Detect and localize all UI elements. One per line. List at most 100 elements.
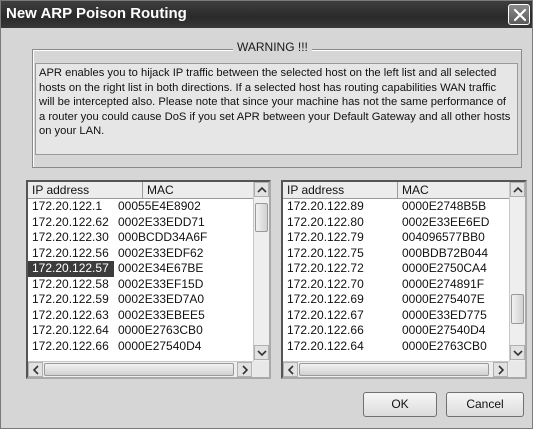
ip-address-cell: 172.20.122.70	[287, 276, 364, 291]
left-host-list[interactable]: IP address MAC 172.20.122.1 00055E4E8902 1…	[26, 180, 271, 379]
list-item[interactable]: 172.20.122.56 0002E33EDF62	[28, 246, 252, 262]
list-header: IP address MAC	[28, 182, 255, 199]
scroll-right-button[interactable]	[493, 362, 508, 377]
list-item[interactable]: 172.20.122.58 0002E33EF15D	[28, 277, 252, 293]
scroll-corner	[509, 361, 525, 377]
list-item[interactable]: 172.20.122.72 0000E2750CA4	[283, 261, 510, 277]
horizontal-scrollbar[interactable]	[283, 361, 509, 377]
ip-address-cell: 172.20.122.66	[32, 338, 109, 353]
list-item[interactable]: 172.20.122.70 0000E274891F	[283, 277, 510, 293]
scroll-corner	[253, 361, 269, 377]
ip-address-cell: 172.20.122.62	[32, 214, 109, 229]
ip-address-cell: 172.20.122.64	[287, 338, 364, 353]
column-header-mac[interactable]: MAC	[398, 182, 511, 199]
scroll-thumb[interactable]	[511, 294, 524, 324]
list-header: IP address MAC	[283, 182, 511, 199]
chevron-right-icon	[242, 365, 249, 375]
ip-address-cell: 172.20.122.75	[287, 245, 364, 260]
close-button[interactable]	[508, 4, 530, 25]
mac-address-cell: 0002E33ED7A0	[118, 292, 205, 306]
ip-address-cell: 172.20.122.67	[287, 307, 364, 322]
mac-address-cell: 00055E4E8902	[118, 199, 201, 213]
chevron-up-icon	[513, 186, 523, 193]
ip-address-cell: 172.20.122.30	[32, 230, 109, 244]
cancel-button[interactable]: Cancel	[446, 392, 524, 417]
mac-address-cell: 0000E274891F	[402, 276, 485, 291]
horizontal-scroll-thumb[interactable]	[44, 363, 234, 376]
list-item[interactable]: 172.20.122.69 0000E275407E	[283, 292, 510, 308]
mac-address-cell: 0002E33EE6ED	[402, 214, 490, 229]
ip-address-cell: 172.20.122.1	[32, 199, 103, 213]
vertical-scrollbar[interactable]	[509, 182, 525, 361]
ip-address-cell: 172.20.122.66	[287, 323, 364, 337]
mac-address-cell: 004096577BB0	[402, 230, 485, 244]
scroll-thumb[interactable]	[255, 203, 268, 232]
window-title: New ARP Poison Routing	[6, 5, 187, 22]
list-item[interactable]: 172.20.122.1 00055E4E8902	[28, 199, 252, 215]
mac-address-cell: 0002E34E67BE	[118, 261, 204, 275]
scroll-left-button[interactable]	[28, 362, 43, 377]
mac-address-cell: 0000E2748B5B	[402, 199, 487, 213]
list-item[interactable]: 172.20.122.67 0000E33ED775	[283, 308, 510, 324]
mac-address-cell: 0000E275407E	[402, 292, 485, 306]
mac-address-cell: 0002E33EDF62	[118, 245, 204, 260]
list-item[interactable]: 172.20.122.64 0000E2763CB0	[28, 323, 252, 339]
scroll-down-button[interactable]	[254, 345, 269, 360]
mac-address-cell: 0000E27540D4	[402, 323, 486, 337]
horizontal-scroll-thumb[interactable]	[299, 363, 489, 376]
ip-address-cell: 172.20.122.80	[287, 214, 364, 229]
list-item[interactable]: 172.20.122.79 004096577BB0	[283, 230, 510, 246]
ip-address-cell: 172.20.122.89	[287, 199, 364, 213]
ip-address-cell: 172.20.122.57	[28, 261, 114, 277]
close-icon	[513, 8, 527, 22]
mac-address-cell: 0000E2763CB0	[118, 323, 203, 337]
ip-address-cell: 172.20.122.63	[32, 307, 109, 322]
scroll-up-button[interactable]	[254, 182, 269, 197]
list-item[interactable]: 172.20.122.59 0002E33ED7A0	[28, 292, 252, 308]
mac-address-cell: 0000E27540D4	[118, 338, 202, 353]
ip-address-cell: 172.20.122.56	[32, 245, 109, 260]
chevron-left-icon	[32, 365, 39, 375]
list-item[interactable]: 172.20.122.30 000BCDD34A6F	[28, 230, 252, 246]
ip-address-cell: 172.20.122.79	[287, 230, 364, 244]
list-item[interactable]: 172.20.122.66 0000E27540D4	[283, 323, 510, 339]
mac-address-cell: 0000E33ED775	[402, 307, 487, 322]
list-item[interactable]: 172.20.122.80 0002E33EE6ED	[283, 215, 510, 231]
title-bar[interactable]: New ARP Poison Routing	[1, 1, 532, 28]
chevron-down-icon	[513, 350, 523, 357]
column-header-ip[interactable]: IP address	[28, 182, 143, 199]
column-header-ip[interactable]: IP address	[283, 182, 398, 199]
scroll-up-button[interactable]	[510, 182, 525, 197]
scroll-down-button[interactable]	[510, 345, 525, 360]
ip-address-cell: 172.20.122.69	[287, 292, 364, 306]
list-item[interactable]: 172.20.122.62 0002E33EDD71	[28, 215, 252, 231]
list-item[interactable]: 172.20.122.57 0002E34E67BE	[28, 261, 252, 277]
mac-address-cell: 0002E33EBEE5	[118, 307, 205, 322]
list-item[interactable]: 172.20.122.66 0000E27540D4	[28, 339, 252, 355]
right-list-rows: 172.20.122.89 0000E2748B5B 172.20.122.80 00…	[283, 199, 510, 354]
mac-address-cell: 0000E2763CB0	[402, 338, 487, 353]
chevron-left-icon	[287, 365, 294, 375]
warning-legend: WARNING !!!	[233, 40, 312, 54]
mac-address-cell: 0002E33EDD71	[118, 214, 205, 229]
chevron-up-icon	[257, 186, 267, 193]
scroll-right-button[interactable]	[237, 362, 252, 377]
list-item[interactable]: 172.20.122.75 000BDB72B044	[283, 246, 510, 262]
mac-address-cell: 000BDB72B044	[402, 245, 489, 260]
list-item[interactable]: 172.20.122.63 0002E33EBEE5	[28, 308, 252, 324]
ip-address-cell: 172.20.122.72	[287, 261, 364, 275]
ok-button[interactable]: OK	[363, 392, 437, 417]
scroll-left-button[interactable]	[283, 362, 298, 377]
vertical-scrollbar[interactable]	[253, 182, 269, 361]
list-item[interactable]: 172.20.122.89 0000E2748B5B	[283, 199, 510, 215]
ip-address-cell: 172.20.122.58	[32, 276, 109, 291]
horizontal-scrollbar[interactable]	[28, 361, 253, 377]
mac-address-cell: 000BCDD34A6F	[118, 230, 208, 244]
ip-address-cell: 172.20.122.64	[32, 323, 109, 337]
warning-text: APR enables you to hijack IP traffic bet…	[35, 63, 518, 155]
list-item[interactable]: 172.20.122.64 0000E2763CB0	[283, 339, 510, 355]
chevron-right-icon	[498, 365, 505, 375]
right-host-list[interactable]: IP address MAC 172.20.122.89 0000E2748B5B…	[281, 180, 527, 379]
column-header-mac[interactable]: MAC	[143, 182, 255, 199]
mac-address-cell: 0000E2750CA4	[402, 261, 487, 275]
